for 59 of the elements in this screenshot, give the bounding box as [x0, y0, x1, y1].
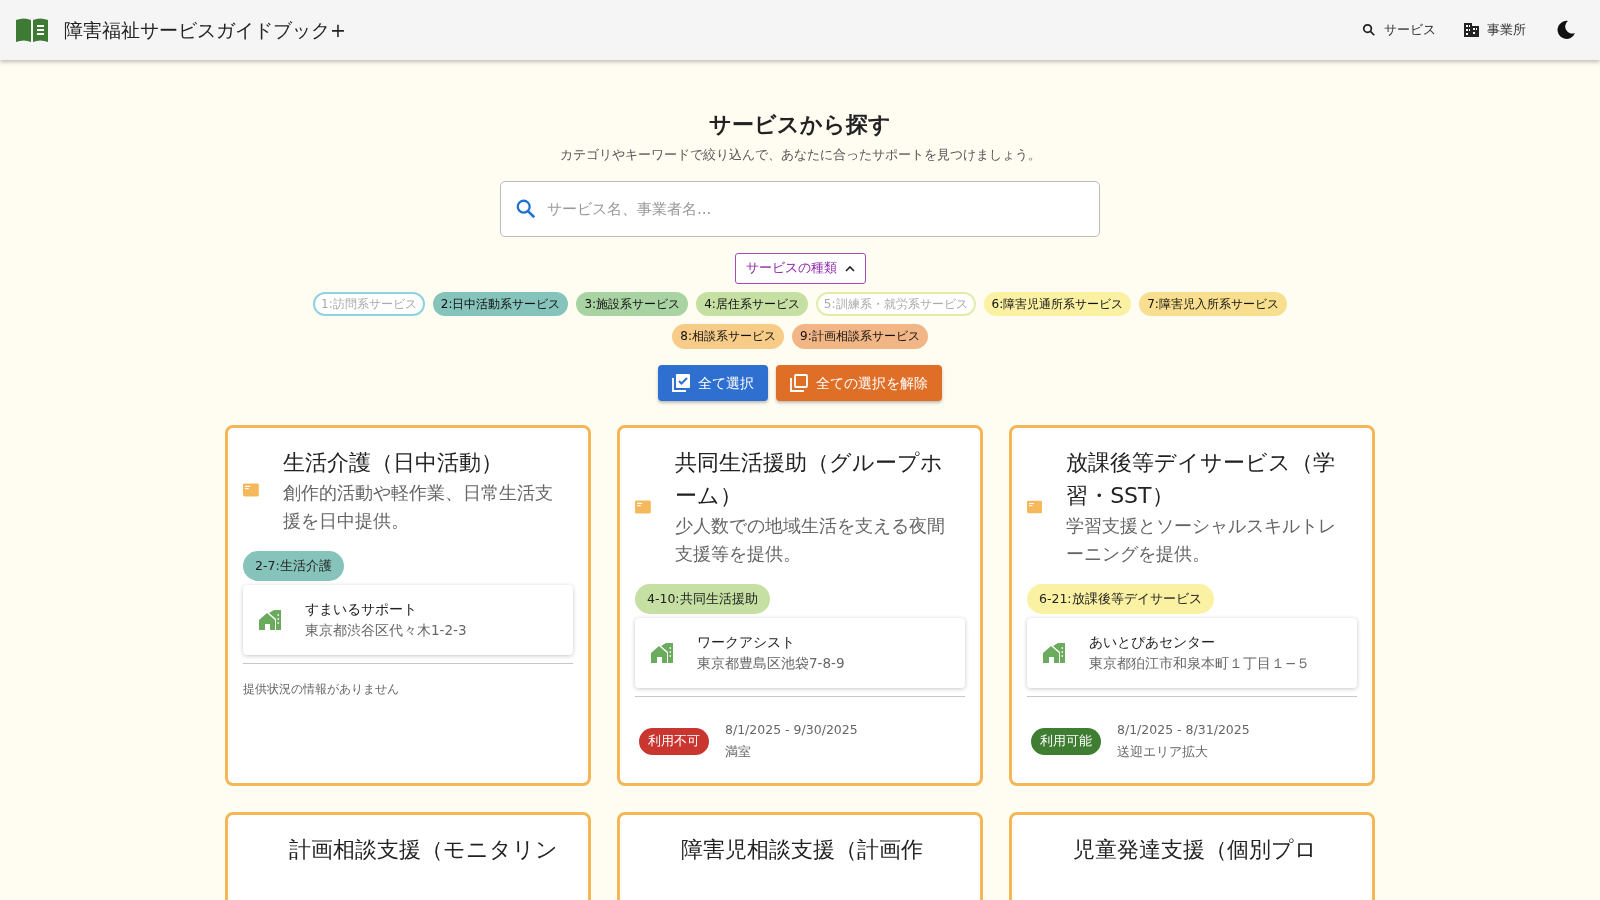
office-address: 東京都狛江市和泉本町１丁目１−５ [1089, 654, 1311, 674]
service-title: 児童発達支援（個別プロ [1073, 835, 1318, 864]
category-chip[interactable]: 3:施設系サービス [576, 291, 689, 317]
page-heading: サービスから探す [709, 112, 891, 139]
availability-message: 提供状況の情報がありません [243, 680, 400, 698]
book-icon [16, 17, 48, 43]
service-tag: 2-7:生活介護 [243, 550, 344, 582]
service-title: 計画相談支援（モニタリン [289, 835, 559, 864]
service-tag: 4-10:共同生活援助 [635, 583, 770, 615]
service-description: 学習支援とソーシャルスキルトレーニングを提供。 [1066, 513, 1338, 566]
checklist-icon [672, 373, 690, 392]
service-title: 放課後等デイサービス（学習・SST） [1066, 448, 1337, 510]
office-card[interactable]: ワークアシスト 東京都豊島区池袋7-8-9 [635, 618, 965, 688]
service-description: 少人数での地域生活を支える夜間支援等を提供。 [674, 513, 946, 566]
category-chip[interactable]: 8:相談系サービス [672, 324, 784, 349]
building-icon [1464, 23, 1479, 37]
office-name: あいとぴあセンター [1089, 633, 1216, 653]
page-subtitle: カテゴリやキーワードで絞り込んで、あなたに合ったサポートを見つけましょう。 [559, 146, 1041, 165]
house-icon [651, 643, 673, 664]
search-icon [1362, 23, 1376, 37]
nav-link[interactable]: サービス [1356, 16, 1442, 44]
office-address: 東京都渋谷区代々木1-2-3 [305, 621, 467, 641]
service-card[interactable]: 生活介護（日中活動） 創作的活動や軽作業、日常生活支援を日中提供。 2-7:生活介護 すまいるサポート 東京都渋谷区代々木1-2-3 提供状況の情報がありません [225, 424, 591, 786]
copy-icon [790, 373, 808, 392]
status-badge: 利用不可 [639, 728, 709, 755]
service-card[interactable]: 障害児相談支援（計画作 [617, 811, 983, 900]
availability-period: 8/1/2025 - 9/30/2025 [725, 720, 858, 739]
service-tag: 6-21:放課後等デイサービス [1027, 583, 1214, 615]
office-name: ワークアシスト [697, 633, 796, 653]
category-chip[interactable]: 4:居住系サービス [696, 291, 808, 317]
office-address: 東京都豊島区池袋7-8-9 [697, 654, 845, 674]
availability-note: 満室 [725, 743, 752, 762]
service-card[interactable]: 計画相談支援（モニタリン [225, 811, 591, 900]
moon-icon[interactable] [1556, 20, 1576, 40]
select-all-button[interactable]: 全て選択 [658, 364, 768, 401]
status-badge: 利用可能 [1031, 728, 1101, 755]
house-icon [1043, 643, 1065, 664]
availability-period: 8/1/2025 - 8/31/2025 [1117, 720, 1250, 739]
category-chip[interactable]: 6:障害児通所系サービス [983, 291, 1132, 317]
service-type-toggle[interactable]: サービスの種類 [734, 253, 866, 284]
service-title: 障害児相談支援（計画作 [681, 835, 924, 864]
search-field[interactable]: サービス名、事業者名... [500, 181, 1100, 238]
search-icon [515, 198, 537, 221]
nav-link[interactable]: 事業所 [1458, 16, 1532, 44]
office-card[interactable]: あいとぴあセンター 東京都狛江市和泉本町１丁目１−５ [1027, 618, 1357, 688]
category-chip[interactable]: 2:日中活動系サービス [432, 291, 569, 317]
service-title: 生活介護（日中活動） [282, 448, 504, 477]
service-card[interactable]: 放課後等デイサービス（学習・SST） 学習支援とソーシャルスキルトレーニングを提供。 6-21:放課後等デイサービス あいとぴあセンター 東京都狛江市和泉本町１丁目１−５ 利用可能 8/1/2025 - 8/31/2025 送迎エリア拡大 [1009, 424, 1375, 786]
office-card[interactable]: すまいるサポート 東京都渋谷区代々木1-2-3 [243, 585, 573, 655]
house-icon [259, 610, 281, 631]
service-description: 創作的活動や軽作業、日常生活支援を日中提供。 [282, 480, 554, 533]
app-title: 障害福祉サービスガイドブック+ [64, 17, 346, 43]
office-name: すまいるサポート [305, 600, 418, 620]
category-chip[interactable]: 7:障害児入所系サービス [1139, 291, 1287, 317]
category-chip[interactable]: 9:計画相談系サービス [792, 324, 928, 349]
service-title: 共同生活援助（グループホーム） [674, 448, 944, 510]
service-card[interactable]: 共同生活援助（グループホーム） 少人数での地域生活を支える夜間支援等を提供。 4-10:共同生活援助 ワークアシスト 東京都豊島区池袋7-8-9 利用不可 8/1/2025 - 9/30/2025 満室 [617, 424, 983, 786]
availability-note: 送迎エリア拡大 [1117, 743, 1209, 762]
service-card[interactable]: 児童発達支援（個別プロ [1009, 811, 1375, 900]
